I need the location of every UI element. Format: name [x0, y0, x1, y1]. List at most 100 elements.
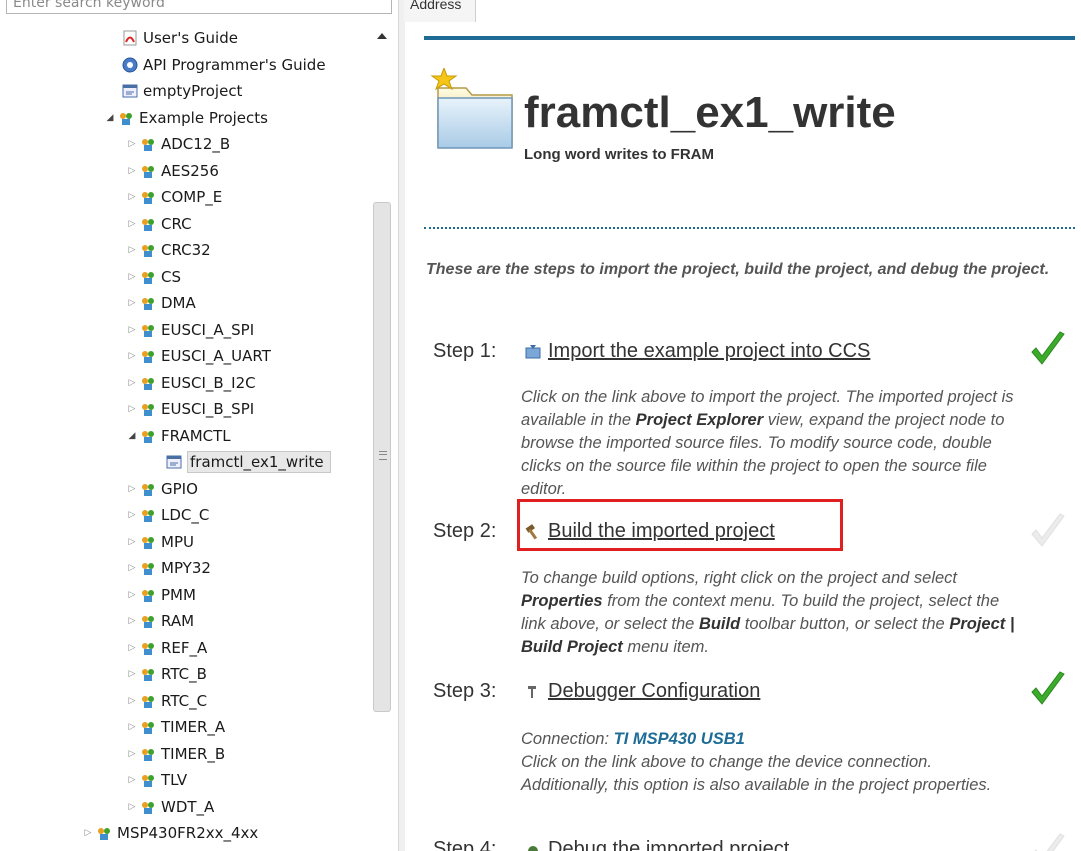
- import-project-link[interactable]: Import the example project into CCS: [524, 340, 870, 363]
- collapsed-arrow-icon[interactable]: ▷: [126, 584, 138, 606]
- debug-project-link[interactable]: Debug the imported project: [524, 838, 789, 851]
- tree-item-module[interactable]: ▷ CRC: [126, 213, 192, 235]
- tree-item-module[interactable]: ▷ CS: [126, 266, 181, 288]
- project-folder-icon: [430, 68, 513, 149]
- tree-item-selected-project[interactable]: framctl_ex1_write: [152, 451, 331, 473]
- collapsed-arrow-icon[interactable]: ▷: [126, 345, 138, 367]
- collapsed-arrow-icon[interactable]: ▷: [126, 637, 138, 659]
- import-icon: [524, 343, 542, 361]
- example-folder-icon: [140, 295, 156, 311]
- tree-item-module[interactable]: ▷ EUSCI_B_SPI: [126, 398, 255, 420]
- collapsed-arrow-icon[interactable]: ▷: [126, 663, 138, 685]
- collapsed-arrow-icon[interactable]: ▷: [126, 531, 138, 553]
- tree-item-module[interactable]: ▷ RTC_C: [126, 690, 208, 712]
- step-4-label: Step 4:: [433, 838, 497, 851]
- collapsed-arrow-icon[interactable]: ▷: [126, 398, 138, 420]
- example-folder-icon: [140, 560, 156, 576]
- tree-item-doc[interactable]: User's Guide: [108, 27, 238, 49]
- tree-item-module[interactable]: ▷ TIMER_B: [126, 743, 226, 765]
- tree-item-module[interactable]: ▷ GPIO: [126, 478, 198, 500]
- example-folder-icon: [140, 693, 156, 709]
- expanded-arrow-icon[interactable]: ◢: [126, 425, 138, 447]
- example-folder-icon: [140, 189, 156, 205]
- connection-value[interactable]: TI MSP430 USB1: [614, 730, 745, 748]
- collapsed-arrow-icon[interactable]: ▷: [126, 292, 138, 314]
- tree-item-label: ADC12_B: [161, 135, 231, 153]
- tree-item-module[interactable]: ▷ CRC32: [126, 239, 211, 261]
- collapsed-arrow-icon[interactable]: ▷: [82, 822, 94, 844]
- tab-address[interactable]: Address: [404, 0, 476, 22]
- tree-item-label: CRC32: [161, 241, 211, 259]
- collapsed-arrow-icon[interactable]: ▷: [126, 266, 138, 288]
- tree-item-module[interactable]: ▷ PMM: [126, 584, 196, 606]
- example-folder-icon: [140, 613, 156, 629]
- example-folder-icon: [140, 322, 156, 338]
- tab-bar: Address: [404, 0, 1081, 22]
- tree-item-module[interactable]: ▷ TIMER_A: [126, 716, 226, 738]
- tree-item-module[interactable]: ▷ EUSCI_B_I2C: [126, 372, 256, 394]
- example-folder-icon: [140, 772, 156, 788]
- tree-item-module[interactable]: ▷ EUSCI_A_SPI: [126, 319, 255, 341]
- collapsed-arrow-icon[interactable]: ▷: [126, 478, 138, 500]
- page-title: framctl_ex1_write: [524, 88, 896, 137]
- example-folder-icon: [140, 269, 156, 285]
- step-3-check-icon: [1031, 671, 1065, 705]
- collapsed-arrow-icon[interactable]: ▷: [126, 690, 138, 712]
- tree-item-module[interactable]: ▷ TLV: [126, 769, 188, 791]
- debugger-config-icon: [524, 683, 542, 701]
- collapsed-arrow-icon[interactable]: ▷: [126, 610, 138, 632]
- collapsed-arrow-icon[interactable]: ▷: [126, 160, 138, 182]
- collapsed-arrow-icon[interactable]: ▷: [126, 769, 138, 791]
- debugger-config-link-text[interactable]: Debugger Configuration: [548, 680, 760, 703]
- import-project-link-text[interactable]: Import the example project into CCS: [548, 340, 870, 363]
- tree-item-module[interactable]: ▷ AES256: [126, 160, 219, 182]
- collapsed-arrow-icon[interactable]: ▷: [126, 213, 138, 235]
- tree-item-label: EUSCI_B_SPI: [161, 400, 255, 418]
- collapsed-arrow-icon[interactable]: ▷: [126, 133, 138, 155]
- collapsed-arrow-icon[interactable]: ▷: [126, 319, 138, 341]
- tree-item-module[interactable]: ▷ REF_A: [126, 637, 208, 659]
- tree-item-label: COMP_E: [161, 188, 223, 206]
- tree-item-label: REF_A: [161, 638, 208, 657]
- debugger-config-link[interactable]: Debugger Configuration: [524, 680, 760, 703]
- collapsed-arrow-icon[interactable]: ▷: [126, 743, 138, 765]
- tree-item-example-projects[interactable]: ◢ Example Projects: [104, 107, 268, 129]
- collapsed-arrow-icon[interactable]: ▷: [126, 372, 138, 394]
- scroll-up-arrow-icon[interactable]: [377, 33, 387, 39]
- step-1-label: Step 1:: [433, 340, 497, 362]
- tree-item-module[interactable]: ▷ COMP_E: [126, 186, 223, 208]
- tree-item-module[interactable]: ▷ DMA: [126, 292, 196, 314]
- tree-item-module[interactable]: ▷ ADC12_B: [126, 133, 231, 155]
- tree-item-doc[interactable]: emptyProject: [108, 80, 242, 102]
- intro-text: These are the steps to import the projec…: [426, 261, 1050, 278]
- tree-item-module[interactable]: ▷ LDC_C: [126, 504, 210, 526]
- tree-item-doc[interactable]: API Programmer's Guide: [108, 54, 326, 76]
- tree-item-device-family[interactable]: ▷ MSP430FR2xx_4xx: [82, 822, 259, 844]
- tree-item-label: CRC: [161, 214, 192, 233]
- tree-item-module[interactable]: ▷ MPU: [126, 531, 194, 553]
- tree-item-module[interactable]: ▷ MPY32: [126, 557, 211, 579]
- collapsed-arrow-icon[interactable]: ▷: [126, 557, 138, 579]
- collapsed-arrow-icon[interactable]: ▷: [126, 796, 138, 818]
- example-folder-icon: [140, 242, 156, 258]
- tree-item-module[interactable]: ▷ WDT_A: [126, 796, 215, 818]
- collapsed-arrow-icon[interactable]: ▷: [126, 239, 138, 261]
- tree-item-label: Example Projects: [139, 108, 268, 127]
- step-4-check-icon: [1034, 833, 1065, 851]
- tree-item-module[interactable]: ▷ RTC_B: [126, 663, 207, 685]
- tree-item-label: RTC_C: [161, 691, 208, 710]
- expanded-arrow-icon[interactable]: ◢: [104, 107, 116, 129]
- tree-item-module[interactable]: ▷ RAM: [126, 610, 195, 632]
- tree-item-module[interactable]: ▷ EUSCI_A_UART: [126, 345, 271, 367]
- search-input[interactable]: Enter search keyword: [6, 0, 392, 14]
- collapsed-arrow-icon[interactable]: ▷: [126, 716, 138, 738]
- debug-project-link-text[interactable]: Debug the imported project: [548, 838, 789, 851]
- collapsed-arrow-icon[interactable]: ▷: [126, 504, 138, 526]
- example-folder-icon: [140, 428, 156, 444]
- tree-scrollbar[interactable]: [370, 27, 394, 851]
- example-folder-icon: [140, 746, 156, 762]
- debug-icon: [524, 841, 542, 851]
- scrollbar-thumb[interactable]: [373, 202, 391, 712]
- collapsed-arrow-icon[interactable]: ▷: [126, 186, 138, 208]
- tree-item-module[interactable]: ◢ FRAMCTL: [126, 425, 231, 447]
